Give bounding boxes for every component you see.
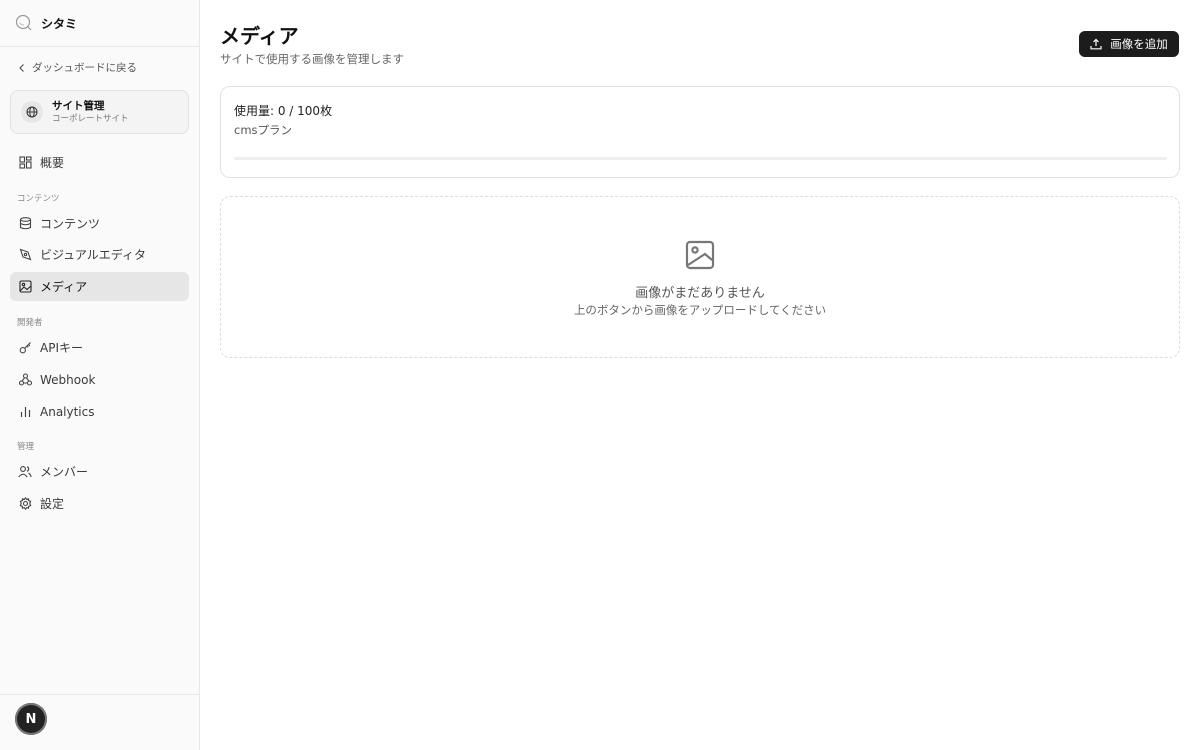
- sidebar-item-members[interactable]: メンバー: [10, 457, 189, 486]
- sidebar-item-label: Webhook: [40, 372, 96, 387]
- section-label-content: コンテンツ: [17, 194, 60, 204]
- brand-name: シタミ: [41, 16, 78, 31]
- image-icon: [18, 280, 32, 294]
- empty-state-title: 画像がまだありません: [635, 286, 765, 301]
- database-icon: [18, 217, 32, 231]
- usage-label: 使用量: 0 / 100枚: [234, 104, 333, 118]
- sidebar-item-api-keys[interactable]: APIキー: [10, 333, 189, 362]
- sidebar-item-label: 設定: [40, 497, 65, 511]
- chevron-left-icon: [19, 63, 24, 72]
- sidebar-item-label: APIキー: [40, 341, 83, 355]
- bar-chart-icon: [18, 405, 32, 419]
- users-icon: [18, 465, 32, 479]
- empty-state-subtitle: 上のボタンから画像をアップロードしてください: [573, 303, 827, 317]
- sidebar-item-label: メディア: [40, 280, 88, 294]
- sidebar-item-analytics[interactable]: Analytics: [10, 397, 189, 426]
- sidebar-footer: N: [0, 694, 199, 750]
- page-title: メディア: [220, 24, 299, 48]
- webhook-icon: [18, 373, 32, 387]
- sidebar-item-overview[interactable]: 概要: [10, 148, 189, 177]
- back-link-label: ダッシュボードに戻る: [32, 62, 137, 74]
- sidebar-item-label: メンバー: [40, 465, 89, 479]
- image-placeholder-icon: [685, 240, 715, 270]
- brand[interactable]: シタミ: [0, 0, 199, 47]
- sidebar-item-settings[interactable]: 設定: [10, 489, 189, 518]
- site-title: サイト管理: [52, 100, 105, 112]
- logo-icon: [15, 14, 32, 31]
- add-image-label: 画像を追加: [1110, 37, 1168, 51]
- sidebar-item-label: ビジュアルエディタ: [40, 248, 146, 262]
- key-icon: [18, 341, 32, 355]
- section-label-admin: 管理: [17, 442, 35, 452]
- empty-state: 画像がまだありません 上のボタンから画像をアップロードしてください: [220, 196, 1180, 358]
- add-image-button[interactable]: 画像を追加: [1079, 31, 1179, 57]
- sidebar-item-label: 概要: [40, 156, 65, 170]
- pen-tool-icon: [18, 248, 32, 262]
- sidebar-item-visual-editor[interactable]: ビジュアルエディタ: [10, 240, 189, 269]
- back-to-dashboard-link[interactable]: ダッシュボードに戻る: [18, 60, 137, 75]
- sidebar-item-webhook[interactable]: Webhook: [10, 365, 189, 394]
- site-switcher[interactable]: サイト管理 コーポレートサイト: [10, 90, 189, 134]
- gear-icon: [18, 497, 32, 511]
- avatar[interactable]: N: [15, 703, 47, 735]
- site-subtitle: コーポレートサイト: [52, 114, 129, 124]
- sidebar-item-label: コンテンツ: [40, 217, 101, 231]
- usage-progress-bar: [234, 157, 1167, 160]
- sidebar-item-contents[interactable]: コンテンツ: [10, 209, 189, 238]
- sidebar-item-label: Analytics: [40, 404, 95, 419]
- globe-icon: [21, 101, 43, 123]
- sidebar-item-media[interactable]: メディア: [10, 272, 189, 301]
- upload-icon: [1090, 38, 1102, 50]
- page-subtitle: サイトで使用する画像を管理します: [220, 52, 404, 66]
- grid-icon: [18, 156, 32, 170]
- usage-card: 使用量: 0 / 100枚 cmsプラン: [220, 86, 1180, 178]
- sidebar: シタミ ダッシュボードに戻る サイト管理 コーポレートサイト 概要 コンテンツ …: [0, 0, 200, 750]
- plan-label: cmsプラン: [234, 123, 293, 137]
- section-label-developer: 開発者: [17, 318, 43, 328]
